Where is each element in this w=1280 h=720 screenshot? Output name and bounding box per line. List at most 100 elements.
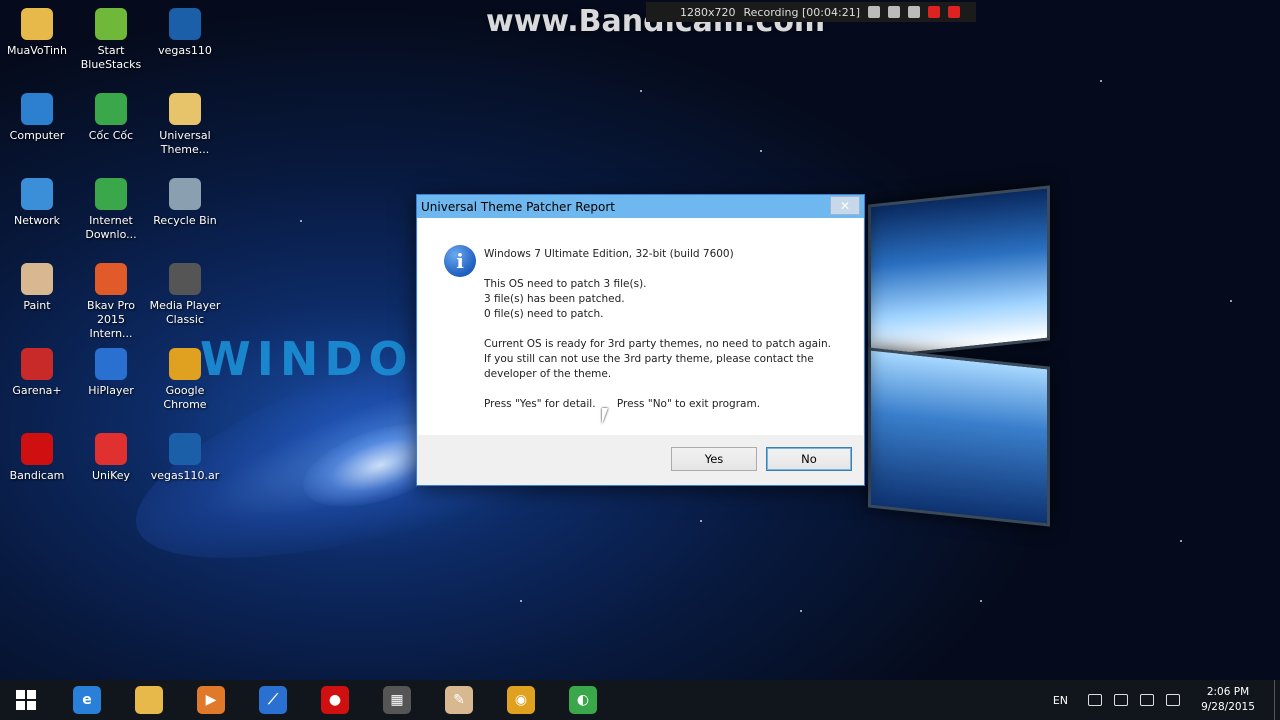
start-button[interactable] [0,680,52,720]
yes-button[interactable]: Yes [671,447,757,471]
desktop-icon[interactable]: UniKey [74,427,148,483]
clock-time: 2:06 PM [1206,686,1250,698]
hiplayer-icon: ⟋ [259,686,287,714]
paint-icon: ✎ [445,686,473,714]
theme-patcher-dialog: Universal Theme Patcher Report ✕ i Windo… [416,194,865,486]
dialog-footer: Yes No [417,435,864,485]
desktop-icon[interactable]: Universal Theme... [148,87,222,157]
chrome-icon [169,348,201,380]
taskbar-item[interactable]: ✎ [428,680,490,720]
taskbar-item[interactable]: ▦ [366,680,428,720]
no-hint-text: Press "No" to exit program. [616,398,761,410]
stop-icon[interactable] [948,6,960,18]
system-tray: EN 2:06 PM 9/28/2015 [1053,680,1280,720]
desktop-icon[interactable]: Computer [0,87,74,143]
desktop-icon-label: vegas110.ar [150,469,220,482]
bandicam-icon [21,433,53,465]
dialog-body: i Windows 7 Ultimate Edition, 32-bit (bu… [418,218,863,436]
desktop-icon[interactable]: Network [0,172,74,228]
desktop-icon[interactable]: HiPlayer [74,342,148,398]
mouse-cursor-icon [602,408,608,424]
media-player-icon: ▦ [383,686,411,714]
desktop-icon-label: Computer [9,129,65,142]
network-tray-icon[interactable] [1140,694,1154,706]
contact-text-1: If you still can not use the 3rd party t… [484,353,814,365]
taskbar-item[interactable]: ◉ [490,680,552,720]
garena-icon [21,348,53,380]
contact-text-2: developer of the theme. [484,368,612,380]
desktop-icon[interactable]: Google Chrome [148,342,222,412]
volume-icon[interactable] [1166,694,1180,706]
bandicam-icon: ● [321,686,349,714]
network-icon [21,178,53,210]
desktop-icon-label: Recycle Bin [153,214,217,227]
desktop-icon[interactable]: vegas110 [148,2,222,58]
yes-hint-text: Press "Yes" for detail. [484,398,596,410]
bluestacks-icon [95,8,127,40]
vegas-icon [169,433,201,465]
windows-start-icon [16,690,36,710]
language-indicator[interactable]: EN [1053,694,1068,707]
desktop-icon-label: vegas110 [158,44,212,57]
desktop-icon-label: HiPlayer [88,384,134,397]
dropdown-icon[interactable] [868,6,880,18]
folder-icon [169,93,201,125]
os-edition-text: Windows 7 Ultimate Edition, 32-bit (buil… [484,248,734,260]
hiplayer-icon [95,348,127,380]
desktop-icon-label: Media Player Classic [149,299,221,326]
patched-count-text: 3 file(s) has been patched. [484,293,625,305]
media-player-icon [169,263,201,295]
desktop-icon-label: MuaVoTinh [7,44,67,57]
desktop-icon-label: UniKey [91,469,131,482]
taskbar-item[interactable]: ◐ [552,680,614,720]
desktop-icon[interactable]: Recycle Bin [148,172,222,228]
desktop-icon-label: Start BlueStacks [80,44,142,71]
paint-icon [21,263,53,295]
taskbar-item[interactable]: ⟋ [242,680,304,720]
action-center-icon[interactable] [1114,694,1128,706]
pause-icon[interactable] [928,6,940,18]
close-button[interactable]: ✕ [830,196,860,215]
desktop-icon[interactable]: Paint [0,257,74,313]
bkav-icon [95,263,127,295]
dialog-message: Windows 7 Ultimate Edition, 32-bit (buil… [484,247,854,427]
clock[interactable]: 2:06 PM 9/28/2015 [1192,685,1264,715]
wallpaper-windows-text: WINDO [200,332,414,386]
desktop-icon[interactable]: Bkav Pro 2015 Intern... [74,257,148,341]
windows-logo [868,185,1058,527]
pen-icon[interactable] [908,6,920,18]
taskbar-item[interactable]: ● [304,680,366,720]
desktop-icon[interactable]: vegas110.ar [148,427,222,483]
coccoc-icon [95,93,127,125]
clock-date: 9/28/2015 [1201,701,1255,713]
recording-status: Recording [00:04:21] [743,5,861,19]
info-icon: i [444,245,476,277]
no-button[interactable]: No [766,447,852,471]
desktop-icon[interactable]: MuaVoTinh [0,2,74,58]
internet-explorer-icon: e [73,686,101,714]
desktop-icon[interactable]: Internet Downlo... [74,172,148,242]
taskbar-item[interactable]: e [56,680,118,720]
desktop-icon[interactable]: Start BlueStacks [74,2,148,72]
dialog-title: Universal Theme Patcher Report [421,199,615,214]
idm-icon [95,178,127,210]
dialog-titlebar[interactable]: Universal Theme Patcher Report [417,195,864,218]
unikey-icon [95,433,127,465]
desktop-icon[interactable]: Media Player Classic [148,257,222,327]
desktop-icon[interactable]: Bandicam [0,427,74,483]
taskbar-item[interactable]: ▶ [180,680,242,720]
desktop-icon-label: Paint [23,299,51,312]
vegas-icon [169,8,201,40]
desktop-icon-label: Bkav Pro 2015 Intern... [87,299,135,340]
desktop-icon-label: Internet Downlo... [85,214,137,241]
media-icon: ▶ [197,686,225,714]
desktop-icon[interactable]: Garena+ [0,342,74,398]
desktop-icon-label: Network [14,214,60,227]
desktop-icon-label: Google Chrome [163,384,207,411]
desktop-icon-label: Universal Theme... [159,129,211,156]
camera-icon[interactable] [888,6,900,18]
show-hidden-icons-icon[interactable] [1088,694,1102,706]
taskbar-item[interactable] [118,680,180,720]
desktop-icon[interactable]: Cốc Cốc [74,87,148,143]
show-desktop-button[interactable] [1274,680,1280,720]
